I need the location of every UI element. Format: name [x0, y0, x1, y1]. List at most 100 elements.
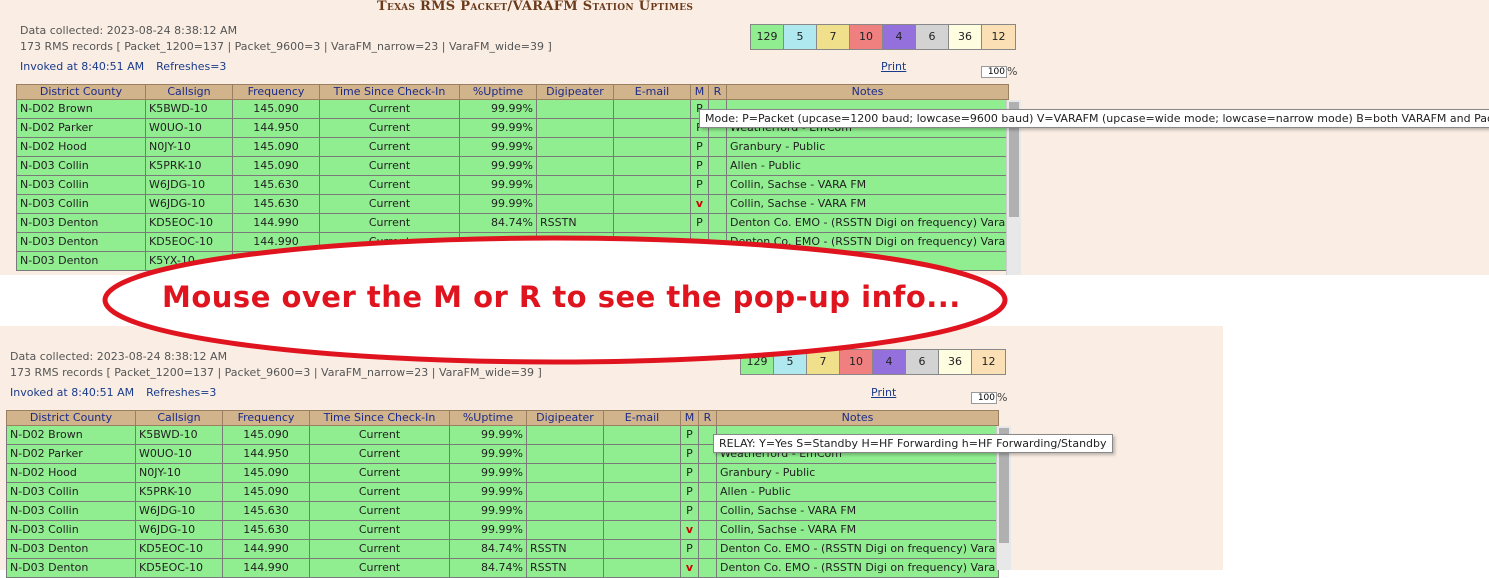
- refreshes-text: Refreshes=3: [156, 60, 227, 73]
- cell-m[interactable]: P: [680, 501, 699, 521]
- cell-digi: [526, 425, 604, 445]
- cell-r[interactable]: [698, 558, 717, 578]
- column-header-r[interactable]: R: [698, 410, 717, 426]
- cell-digi: [536, 118, 614, 138]
- print-link[interactable]: Print: [881, 60, 906, 73]
- cell-m[interactable]: P: [680, 425, 699, 445]
- mode-count-cell[interactable]: 36: [949, 25, 982, 49]
- cell-r[interactable]: [698, 482, 717, 502]
- cell-email: [603, 520, 681, 540]
- cell-callsign: W6JDG-10: [135, 501, 223, 521]
- cell-notes: Allen - Public: [716, 482, 999, 502]
- cell-time: Current: [309, 444, 450, 464]
- cell-county: N-D02 Hood: [16, 137, 146, 157]
- cell-m[interactable]: v: [680, 558, 699, 578]
- cell-digi: [526, 501, 604, 521]
- column-header-time: Time Since Check-In: [309, 410, 450, 426]
- mode-count-cell[interactable]: 12: [982, 25, 1015, 49]
- cell-r[interactable]: [708, 213, 727, 233]
- cell-m[interactable]: v: [680, 520, 699, 540]
- print-link[interactable]: Print: [871, 386, 896, 399]
- mode-count-cell[interactable]: 7: [817, 25, 850, 49]
- cell-callsign: W6JDG-10: [145, 194, 233, 214]
- cell-time: Current: [319, 213, 460, 233]
- column-header-notes: Notes: [726, 84, 1009, 100]
- cell-r[interactable]: [708, 175, 727, 195]
- cell-freq: 144.950: [222, 444, 310, 464]
- mode-count-cell[interactable]: 129: [751, 25, 784, 49]
- cell-m[interactable]: P: [690, 175, 709, 195]
- cell-r[interactable]: [698, 539, 717, 559]
- info-block: Data collected: 2023-08-24 8:38:12 AM 17…: [20, 23, 552, 55]
- cell-m[interactable]: P: [690, 156, 709, 176]
- cell-uptime: 99.99%: [449, 444, 527, 464]
- cell-email: [603, 482, 681, 502]
- cell-notes: Denton Co. EMO - (RSSTN Digi on frequenc…: [716, 558, 999, 578]
- cell-callsign: K5PRK-10: [145, 156, 233, 176]
- cell-county: N-D02 Hood: [6, 463, 136, 483]
- cell-r[interactable]: [708, 137, 727, 157]
- zoom-input[interactable]: [981, 66, 1007, 78]
- cell-notes: Allen - Public: [726, 156, 1009, 176]
- cell-freq: 145.630: [222, 501, 310, 521]
- column-header-m[interactable]: M: [690, 84, 709, 100]
- mode-count-cell[interactable]: 5: [784, 25, 817, 49]
- cell-m[interactable]: P: [680, 482, 699, 502]
- cell-freq: 145.090: [222, 425, 310, 445]
- cell-callsign: W0UO-10: [145, 118, 233, 138]
- cell-email: [603, 501, 681, 521]
- cell-m[interactable]: P: [680, 444, 699, 464]
- cell-callsign: K5PRK-10: [135, 482, 223, 502]
- mode-tooltip: Mode: P=Packet (upcase=1200 baud; lowcas…: [699, 109, 1489, 128]
- cell-email: [603, 558, 681, 578]
- column-header-email: E-mail: [603, 410, 681, 426]
- cell-freq: 144.950: [232, 118, 320, 138]
- cell-freq: 145.090: [222, 463, 310, 483]
- callout-text: Mouse over the M or R to see the pop-up …: [162, 280, 961, 314]
- cell-county: N-D02 Parker: [6, 444, 136, 464]
- column-header-notes: Notes: [716, 410, 999, 426]
- cell-county: N-D03 Denton: [16, 213, 146, 233]
- cell-m[interactable]: P: [690, 137, 709, 157]
- column-header-r[interactable]: R: [708, 84, 727, 100]
- cell-m[interactable]: P: [680, 539, 699, 559]
- cell-uptime: 99.99%: [459, 156, 537, 176]
- table-row: N-D03 Collin W6JDG-10 145.630 Current 99.99%…: [16, 194, 1009, 214]
- cell-email: [603, 425, 681, 445]
- cell-notes: Denton Co. EMO - (RSSTN Digi on frequenc…: [726, 213, 1009, 233]
- cell-county: N-D03 Collin: [16, 156, 146, 176]
- zoom-input[interactable]: [971, 392, 997, 404]
- cell-m[interactable]: P: [680, 463, 699, 483]
- mode-count-cell[interactable]: 6: [916, 25, 949, 49]
- cell-uptime: 99.99%: [459, 137, 537, 157]
- table-row: N-D03 Collin W6JDG-10 145.630 Current 99.99%…: [6, 501, 999, 521]
- cell-r[interactable]: [698, 520, 717, 540]
- column-header-callsign: Callsign: [135, 410, 223, 426]
- column-header-callsign: Callsign: [145, 84, 233, 100]
- mode-count-cell[interactable]: 10: [850, 25, 883, 49]
- cell-r[interactable]: [708, 156, 727, 176]
- cell-freq: 144.990: [222, 539, 310, 559]
- cell-uptime: 84.74%: [459, 213, 537, 233]
- cell-digi: RSSTN: [526, 558, 604, 578]
- cell-r[interactable]: [698, 501, 717, 521]
- cell-uptime: 99.99%: [449, 463, 527, 483]
- column-header-m[interactable]: M: [680, 410, 699, 426]
- cell-digi: RSSTN: [526, 539, 604, 559]
- cell-county: N-D03 Collin: [6, 520, 136, 540]
- mode-count-cell[interactable]: 4: [883, 25, 916, 49]
- column-header-time: Time Since Check-In: [319, 84, 460, 100]
- cell-freq: 144.990: [222, 558, 310, 578]
- cell-freq: 145.090: [232, 137, 320, 157]
- cell-email: [603, 463, 681, 483]
- cell-freq: 145.090: [232, 156, 320, 176]
- cell-m[interactable]: P: [690, 213, 709, 233]
- cell-callsign: KD5EOC-10: [135, 558, 223, 578]
- cell-m[interactable]: v: [690, 194, 709, 214]
- cell-r[interactable]: [708, 194, 727, 214]
- cell-r[interactable]: [698, 463, 717, 483]
- cell-county: N-D02 Parker: [16, 118, 146, 138]
- cell-time: Current: [319, 99, 460, 119]
- cell-callsign: K5BWD-10: [145, 99, 233, 119]
- cell-time: Current: [309, 558, 450, 578]
